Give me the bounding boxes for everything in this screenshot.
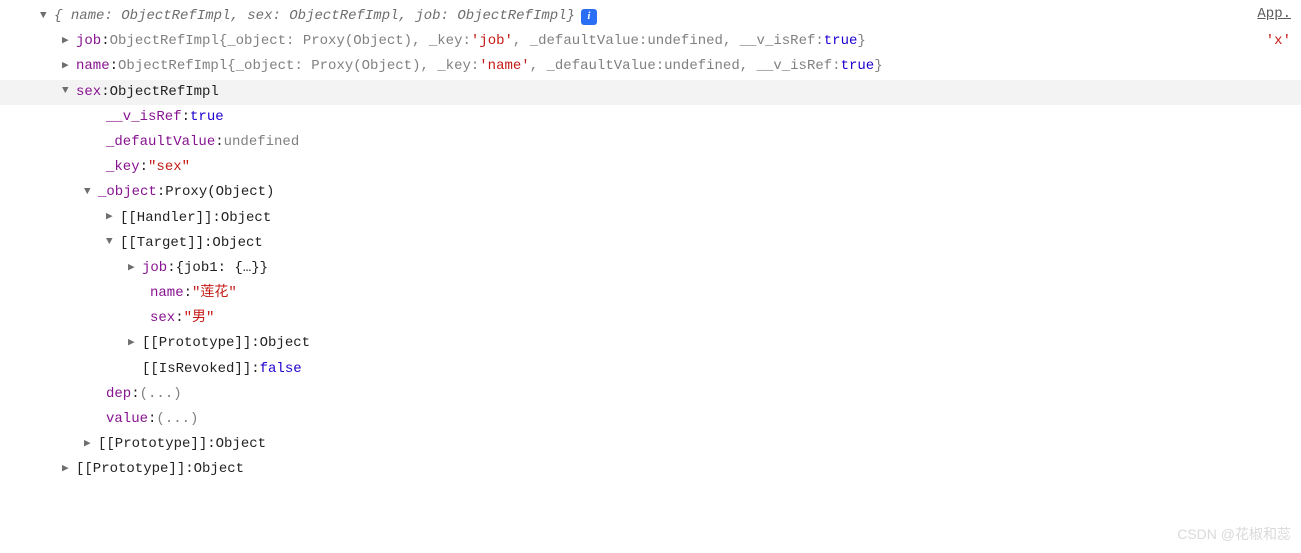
- prop-key: name: [150, 281, 184, 306]
- prop-key: job: [76, 29, 101, 54]
- key-row[interactable]: _key: "sex": [40, 155, 1301, 180]
- chevron-down-icon[interactable]: [106, 233, 120, 253]
- prop-key: [[Prototype]]: [98, 432, 207, 457]
- chevron-down-icon[interactable]: [40, 7, 54, 27]
- prop-key: [[Prototype]]: [142, 331, 251, 356]
- isrevoked-row[interactable]: [[IsRevoked]]: false: [40, 357, 1301, 382]
- prop-key: job: [142, 256, 167, 281]
- prop-key: dep: [106, 382, 131, 407]
- object-row[interactable]: _object: Proxy(Object): [40, 180, 1301, 205]
- target-row[interactable]: [[Target]]: Object: [40, 231, 1301, 256]
- prop-key: _key: [106, 155, 140, 180]
- chevron-right-icon[interactable]: [62, 460, 76, 480]
- prop-key: _object: [98, 180, 157, 205]
- prop-key: __v_isRef: [106, 105, 182, 130]
- console-output: { name: ObjectRefImpl, sex: ObjectRefImp…: [0, 0, 1301, 483]
- defaultvalue-row[interactable]: _defaultValue: undefined: [40, 130, 1301, 155]
- target-job-row[interactable]: job: {job1: {…}}: [40, 256, 1301, 281]
- chevron-down-icon[interactable]: [62, 82, 76, 102]
- object-summary-row[interactable]: { name: ObjectRefImpl, sex: ObjectRefImp…: [40, 4, 1301, 29]
- prop-key: _defaultValue: [106, 130, 215, 155]
- watermark: CSDN @花椒和蕊: [1177, 522, 1291, 547]
- prop-key: value: [106, 407, 148, 432]
- chevron-right-icon[interactable]: [62, 57, 76, 77]
- sex-row[interactable]: sex: ObjectRefImpl: [0, 80, 1301, 105]
- target-sex-row[interactable]: sex: "男": [40, 306, 1301, 331]
- target-proto-row[interactable]: [[Prototype]]: Object: [40, 331, 1301, 356]
- chevron-right-icon[interactable]: [106, 208, 120, 228]
- prop-key: [[Target]]: [120, 231, 204, 256]
- name-row[interactable]: name: ObjectRefImpl {_object: Proxy(Obje…: [40, 54, 1301, 79]
- chevron-right-icon[interactable]: [128, 259, 142, 279]
- handler-row[interactable]: [[Handler]]: Object: [40, 206, 1301, 231]
- chevron-down-icon[interactable]: [84, 183, 98, 203]
- prop-key: sex: [150, 306, 175, 331]
- dep-row[interactable]: dep: (...): [40, 382, 1301, 407]
- chevron-right-icon[interactable]: [62, 32, 76, 52]
- isref-row[interactable]: __v_isRef: true: [40, 105, 1301, 130]
- outer-proto-row[interactable]: [[Prototype]]: Object: [40, 457, 1301, 482]
- brace-open: {: [54, 8, 62, 24]
- chevron-right-icon[interactable]: [128, 334, 142, 354]
- job-row[interactable]: job: ObjectRefImpl {_object: Proxy(Objec…: [40, 29, 1301, 54]
- prop-key: sex: [76, 80, 101, 105]
- chevron-right-icon[interactable]: [84, 435, 98, 455]
- top-right-value: 'x': [1257, 29, 1291, 54]
- prop-key: [[Handler]]: [120, 206, 212, 231]
- sex-proto-row[interactable]: [[Prototype]]: Object: [40, 432, 1301, 457]
- source-link[interactable]: App.: [1257, 6, 1291, 22]
- prop-key: name: [76, 54, 110, 79]
- brace-close: }: [567, 8, 575, 24]
- target-name-row[interactable]: name: "莲花": [40, 281, 1301, 306]
- prop-key: [[IsRevoked]]: [142, 357, 251, 382]
- prop-key: [[Prototype]]: [76, 457, 185, 482]
- value-row[interactable]: value: (...): [40, 407, 1301, 432]
- info-icon[interactable]: i: [581, 9, 597, 25]
